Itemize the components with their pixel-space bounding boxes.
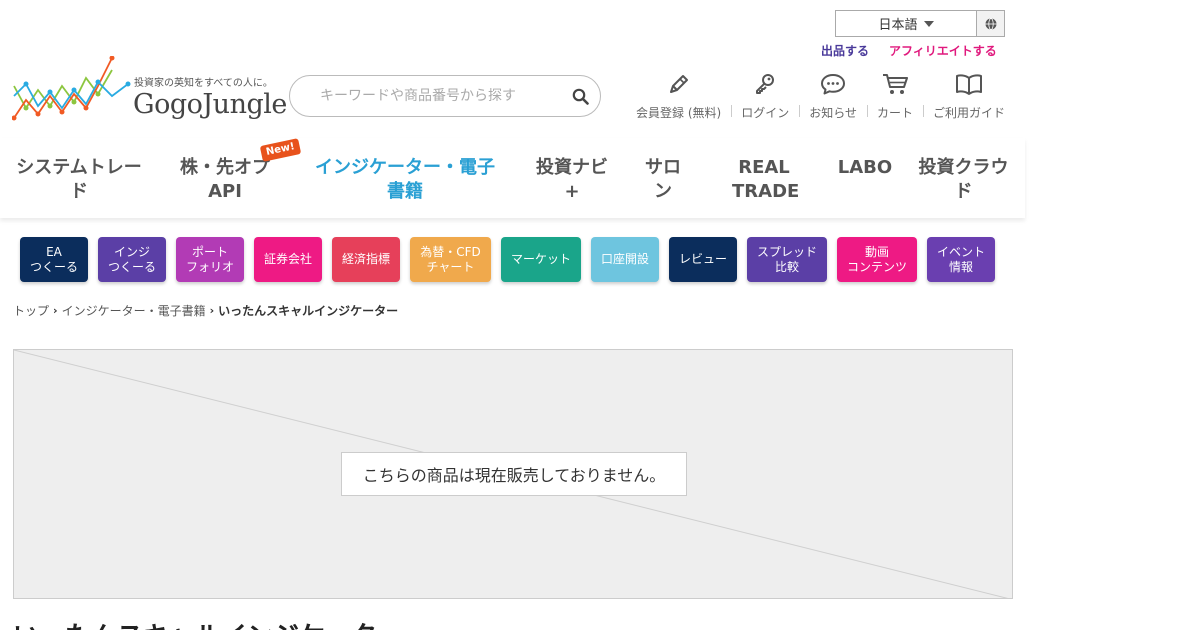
language-label: 日本語 (878, 18, 918, 33)
nav-item-real-trade[interactable]: REAL TRADE (700, 138, 828, 218)
nav-item-stock-api[interactable]: 株・先オプAPI New! (158, 138, 302, 218)
breadcrumb-home[interactable]: トップ (13, 302, 49, 319)
chevron-right-icon: › (209, 304, 215, 317)
search-icon (572, 88, 589, 105)
login-button[interactable]: ログイン (731, 70, 799, 121)
guide-label: ご利用ガイド (932, 106, 1005, 120)
key-icon (756, 74, 775, 94)
nav-item-invest-navi[interactable]: 投資ナビ+ (518, 138, 626, 218)
not-for-sale-notice: こちらの商品は現在販売しておりません。 (341, 452, 687, 496)
logo-mark-icon (12, 56, 131, 121)
affiliate-link[interactable]: アフィリエイトする (889, 42, 997, 59)
search-bar (289, 75, 601, 117)
chevron-down-icon (923, 20, 934, 27)
nav-item-invest-cloud[interactable]: 投資クラウド (902, 138, 1025, 218)
chevron-right-icon: › (53, 304, 58, 317)
language-dropdown[interactable]: 日本語 (836, 11, 977, 36)
cart-button[interactable]: カート (866, 70, 923, 121)
nav-item-label: 株・先オプAPI (180, 157, 270, 202)
breadcrumb-current: いったんスキャルインジケーター (218, 304, 399, 318)
sell-link[interactable]: 出品する (821, 42, 869, 59)
chat-bubble-icon (821, 74, 846, 95)
category-ea-tool[interactable]: EA つくーる (20, 237, 88, 282)
cart-icon (882, 74, 908, 94)
nav-item-label: システムトレード (16, 157, 142, 202)
category-fx-cfd-chart[interactable]: 為替・CFD チャート (410, 237, 491, 282)
register-button[interactable]: 会員登録 (無料) (626, 70, 731, 121)
top-links: 出品する アフィリエイトする (821, 42, 997, 59)
pencil-icon (669, 75, 688, 93)
notifications-button[interactable]: お知らせ (799, 70, 867, 121)
category-spread-compare[interactable]: スプレッド 比較 (747, 237, 827, 282)
language-selector[interactable]: 日本語 (835, 10, 1005, 37)
login-label: ログイン (741, 106, 790, 120)
nav-item-label: 投資クラウド (918, 157, 1009, 202)
breadcrumb: トップ › インジケーター・電子書籍 › いったんスキャルインジケーター (13, 302, 398, 319)
category-event-info[interactable]: イベント 情報 (927, 237, 995, 282)
logo-tagline: 投資家の英知をすべての人に。 (134, 78, 273, 89)
logo-text: GogoJungle (133, 89, 287, 120)
nav-item-label: LABO (837, 157, 893, 178)
category-video-content[interactable]: 動画 コンテンツ (837, 237, 917, 282)
category-pills: EA つくーる インジ つくーる ポート フォリオ 証券会社 経済指標 為替・C… (20, 237, 995, 282)
nav-item-system-trade[interactable]: システムトレード (0, 138, 158, 218)
cart-label: カート (876, 106, 913, 120)
book-icon (955, 74, 982, 95)
globe-button[interactable] (977, 11, 1004, 36)
globe-icon (985, 17, 996, 30)
nav-item-labo[interactable]: LABO (828, 138, 902, 218)
category-review[interactable]: レビュー (669, 237, 737, 282)
nav-item-label: 投資ナビ+ (536, 157, 608, 202)
nav-item-salon[interactable]: サロン (626, 138, 700, 218)
category-market[interactable]: マーケット (501, 237, 581, 282)
nav-item-label: インジケーター・電子書籍 (315, 157, 495, 202)
register-label: 会員登録 (無料) (636, 106, 722, 120)
nav-item-label: REAL TRADE (732, 157, 800, 202)
category-indicator-tool[interactable]: インジ つくーる (98, 237, 166, 282)
category-economic-indicators[interactable]: 経済指標 (332, 237, 400, 282)
category-securities[interactable]: 証券会社 (254, 237, 322, 282)
site-logo[interactable]: 投資家の英知をすべての人に。 GogoJungle (12, 56, 287, 126)
category-portfolio[interactable]: ポート フォリオ (176, 237, 244, 282)
product-image-placeholder: こちらの商品は現在販売しておりません。 (13, 349, 1013, 599)
product-title: いったんスキャルインジケーター (13, 616, 403, 630)
category-open-account[interactable]: 口座開設 (591, 237, 659, 282)
search-button[interactable] (560, 76, 600, 116)
search-input[interactable] (290, 88, 560, 104)
breadcrumb-category[interactable]: インジケーター・電子書籍 (62, 302, 206, 319)
notifications-label: お知らせ (809, 106, 857, 120)
nav-item-indicator-ebook[interactable]: インジケーター・電子書籍 (292, 138, 518, 218)
main-nav: システムトレード 株・先オプAPI New! インジケーター・電子書籍 投資ナビ… (0, 138, 1025, 218)
guide-button[interactable]: ご利用ガイド (922, 70, 1015, 121)
nav-item-label: サロン (645, 157, 681, 202)
user-menu: 会員登録 (無料) ログイン お知らせ カート ご利用ガイド (626, 70, 1015, 121)
